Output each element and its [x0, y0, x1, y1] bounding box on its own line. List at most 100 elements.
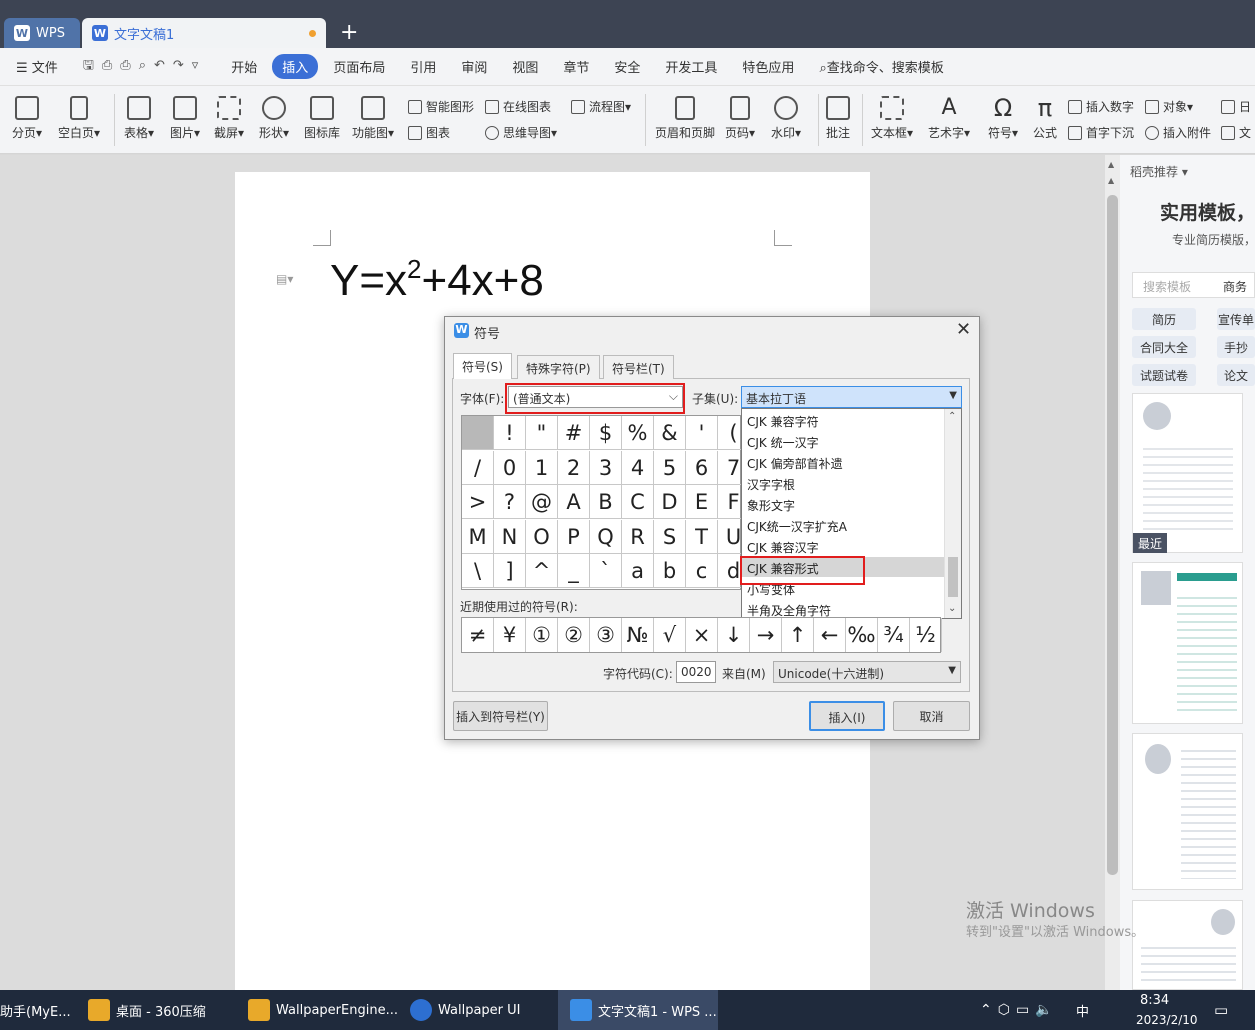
symbol-cell[interactable]: P	[558, 519, 590, 554]
art-text-button[interactable]: A 艺术字▾	[928, 96, 970, 141]
char-code-input[interactable]: 0020	[676, 661, 716, 683]
subset-option[interactable]: 象形文字	[747, 497, 795, 514]
shape-button[interactable]: 形状▾	[259, 96, 289, 141]
symbol-cell[interactable]: 2	[558, 450, 590, 485]
ime-indicator[interactable]: 中	[1076, 990, 1089, 1030]
taskbar-item-wallpaper-engine[interactable]: WallpaperEngine...	[248, 990, 398, 1030]
symbol-cell[interactable]: `	[590, 554, 622, 589]
dropdown-scrollbar[interactable]: ⌃ ⌄	[944, 409, 961, 618]
chart-button[interactable]: 图表	[408, 124, 450, 141]
tab-symbols[interactable]: 符号(S)	[453, 353, 512, 379]
recent-symbol-cell[interactable]: ②	[558, 618, 590, 652]
symbol-cell[interactable]: R	[622, 519, 654, 554]
symbol-cell[interactable]: S	[654, 519, 686, 554]
symbol-button[interactable]: Ω 符号▾	[988, 96, 1018, 141]
symbol-cell[interactable]: A	[558, 485, 590, 520]
menu-review[interactable]: 审阅	[451, 54, 497, 79]
insert-to-symbol-bar-button[interactable]: 插入到符号栏(Y)	[453, 701, 548, 731]
symbol-cell[interactable]: 6	[686, 450, 718, 485]
object-button[interactable]: 对象 ▾	[1145, 98, 1193, 115]
tab-document[interactable]: W 文字文稿1	[82, 18, 326, 48]
subset-option[interactable]: CJK 偏旁部首补遗	[747, 455, 843, 472]
symbol-cell[interactable]: M	[462, 519, 494, 554]
clock-time[interactable]: 8:34	[1140, 990, 1169, 1010]
subset-select[interactable]: 基本拉丁语 ▼	[741, 386, 962, 408]
date-button[interactable]: 日	[1221, 98, 1251, 115]
recent-symbol-cell[interactable]: ¥	[494, 618, 526, 652]
scrollbar-thumb[interactable]	[1107, 195, 1118, 875]
symbol-cell[interactable]: N	[494, 519, 526, 554]
flowchart-button[interactable]: 流程图 ▾	[571, 98, 631, 115]
dropdown-scroll-thumb[interactable]	[948, 557, 958, 597]
screenshot-button[interactable]: 截屏▾	[214, 96, 244, 141]
mindmap-button[interactable]: 思维导图 ▾	[485, 124, 557, 141]
tag-handwritten[interactable]: 手抄	[1217, 336, 1255, 358]
symbol-cell[interactable]: 3	[590, 450, 622, 485]
template-thumbnail[interactable]	[1132, 562, 1243, 724]
quick-access-toolbar[interactable]: 🖫⎙⎙⌕↶↷▿	[73, 53, 216, 81]
attachment-button[interactable]: 插入附件	[1145, 124, 1211, 141]
symbol-cell[interactable]: b	[654, 554, 686, 589]
tab-special-chars[interactable]: 特殊字符(P)	[517, 355, 600, 379]
tag-resume[interactable]: 简历	[1132, 308, 1196, 330]
menu-developer[interactable]: 开发工具	[655, 54, 727, 79]
template-search-input[interactable]: 搜索模板 商务	[1132, 272, 1255, 298]
recent-symbol-cell[interactable]: ×	[686, 618, 718, 652]
menu-page-layout[interactable]: 页面布局	[323, 54, 395, 79]
text-partial-button[interactable]: 文	[1221, 124, 1251, 141]
subset-option[interactable]: 汉字字根	[747, 476, 795, 493]
symbol-cell[interactable]: $	[590, 416, 622, 450]
menu-file[interactable]: ☰ 文件	[6, 54, 68, 79]
symbol-cell[interactable]: D	[654, 485, 686, 520]
tag-thesis[interactable]: 论文	[1217, 364, 1255, 386]
online-chart-button[interactable]: 在线图表	[485, 98, 551, 115]
symbol-cell[interactable]: >	[462, 485, 494, 520]
symbol-cell[interactable]: 5	[654, 450, 686, 485]
symbol-cell[interactable]: O	[526, 519, 558, 554]
subset-dropdown-list[interactable]: CJK 兼容字符 CJK 统一汉字 CJK 偏旁部首补遗 汉字字根 象形文字 C…	[741, 408, 962, 619]
recent-symbol-cell[interactable]: ↑	[782, 618, 814, 652]
picture-button[interactable]: 图片▾	[170, 96, 200, 141]
recent-symbols-row[interactable]: ≠ ¥ ① ② ③ № √ × ↓ → ↑ ← ‰ ¾ ½	[461, 617, 942, 653]
menu-reference[interactable]: 引用	[400, 54, 446, 79]
menu-start[interactable]: 开始	[221, 54, 267, 79]
symbol-cell[interactable]: _	[558, 554, 590, 589]
subset-option[interactable]: CJK 兼容字符	[747, 413, 819, 430]
scroll-up-icon[interactable]: ▲	[1108, 176, 1114, 185]
recent-symbol-cell[interactable]: ‰	[846, 618, 878, 652]
recent-symbol-cell[interactable]: ¾	[878, 618, 910, 652]
tag-flyer[interactable]: 宣传单	[1217, 308, 1255, 330]
system-tray[interactable]: ⌃⬡▭🔈	[980, 990, 1059, 1030]
recent-symbol-cell[interactable]: ½	[910, 618, 942, 652]
panel-header[interactable]: 稻壳推荐 ▾	[1130, 163, 1188, 180]
icon-library-button[interactable]: 图标库	[304, 96, 340, 141]
tab-wps-home[interactable]: W WPS	[4, 18, 80, 48]
recent-symbol-cell[interactable]: →	[750, 618, 782, 652]
symbol-cell[interactable]: T	[686, 519, 718, 554]
symbol-cell-selected[interactable]	[462, 416, 494, 450]
new-tab-button[interactable]: +	[340, 20, 358, 45]
symbol-cell[interactable]: '	[686, 416, 718, 450]
template-thumbnail[interactable]	[1132, 900, 1243, 990]
subset-option[interactable]: CJK统一汉字扩充A	[747, 518, 847, 535]
recent-symbol-cell[interactable]: ①	[526, 618, 558, 652]
comment-button[interactable]: 批注	[826, 96, 850, 141]
command-search[interactable]: ⌕查找命令、搜索模板	[809, 54, 953, 79]
symbol-cell[interactable]: #	[558, 416, 590, 450]
symbol-cell[interactable]: 0	[494, 450, 526, 485]
insert-number-button[interactable]: 插入数字	[1068, 98, 1134, 115]
smart-shape-button[interactable]: 智能图形	[408, 98, 474, 115]
menu-view[interactable]: 视图	[502, 54, 548, 79]
subset-option[interactable]: CJK 兼容汉字	[747, 539, 819, 556]
encoding-select[interactable]: Unicode(十六进制) ▼	[773, 661, 961, 683]
recent-symbol-cell[interactable]: ↓	[718, 618, 750, 652]
recent-symbol-cell[interactable]: ③	[590, 618, 622, 652]
symbol-cell[interactable]: ^	[526, 554, 558, 589]
symbol-cell[interactable]: 4	[622, 450, 654, 485]
recent-symbol-cell[interactable]: ←	[814, 618, 846, 652]
taskbar-item-wallpaper-ui[interactable]: Wallpaper UI	[410, 990, 521, 1030]
page-break-button[interactable]: 分页▾	[12, 96, 42, 141]
symbol-cell[interactable]: C	[622, 485, 654, 520]
symbol-cell[interactable]: &	[654, 416, 686, 450]
chevron-down-icon[interactable]: ⌄	[948, 603, 956, 614]
